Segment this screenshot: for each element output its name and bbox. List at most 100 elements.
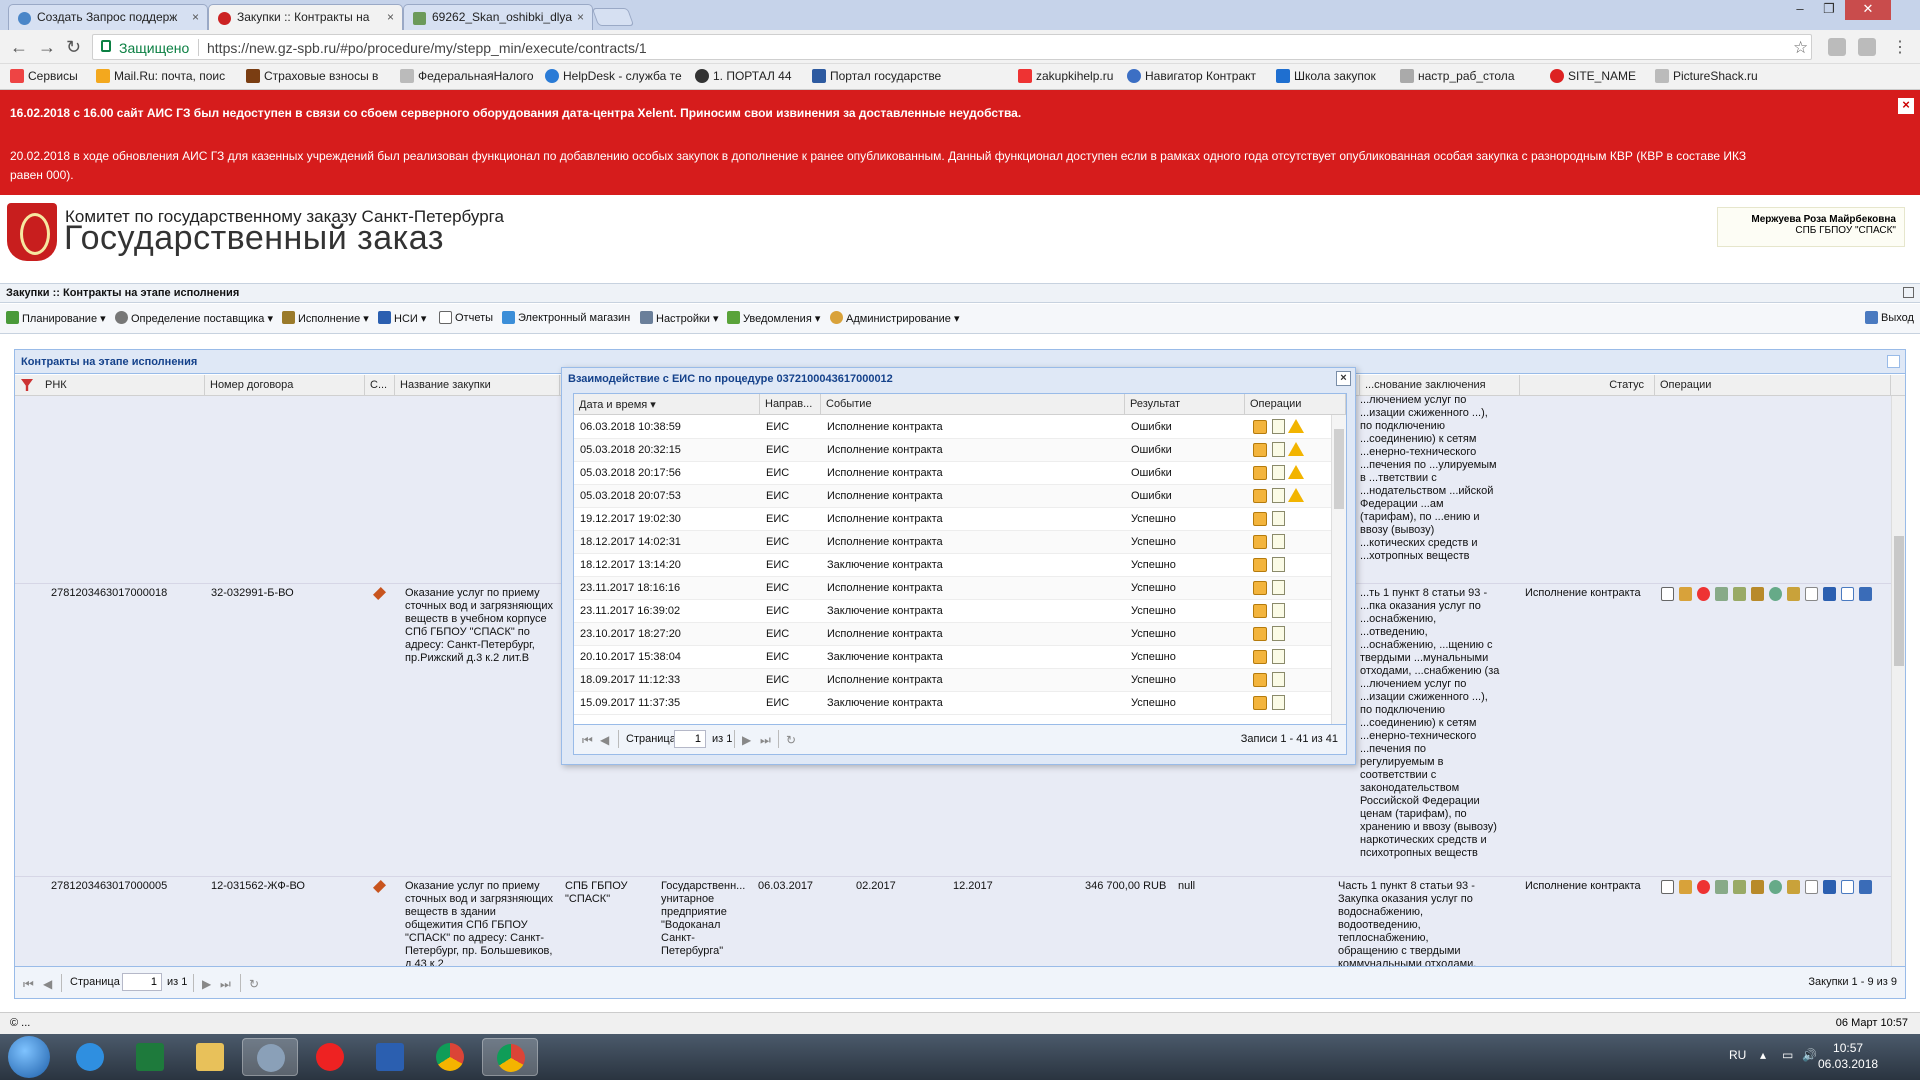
hammer-icon[interactable] <box>373 587 386 600</box>
taskbar-app-ie[interactable] <box>62 1038 118 1076</box>
panel-tool-button[interactable] <box>1887 355 1900 368</box>
first-page-icon[interactable]: ⏮ <box>582 733 593 748</box>
address-bar[interactable]: Защищено https://new.gz-spb.ru/#po/proce… <box>92 34 1812 60</box>
chart-icon[interactable] <box>1823 587 1836 601</box>
language-indicator[interactable]: RU <box>1729 1048 1746 1062</box>
taskbar-app-word[interactable] <box>362 1038 418 1076</box>
menu-item-notifications[interactable]: Уведомления ▾ <box>727 311 820 325</box>
scroll-thumb[interactable] <box>1334 429 1344 509</box>
document-icon[interactable] <box>1272 557 1285 572</box>
table-row[interactable]: 05.03.2018 20:32:15 ЕИС Исполнение контрак… <box>574 439 1331 462</box>
document-icon[interactable] <box>1272 465 1285 480</box>
exit-button[interactable]: Выход <box>1865 311 1914 324</box>
menu-item-eshop[interactable]: Электронный магазин <box>502 311 630 324</box>
bookmark-item[interactable]: PictureShack.ru <box>1655 69 1758 83</box>
bookmark-item[interactable]: SITE_NAME <box>1550 69 1636 83</box>
refresh-icon[interactable]: ↻ <box>249 977 259 991</box>
table-row[interactable]: 05.03.2018 20:07:53 ЕИС Исполнение контрак… <box>574 485 1331 508</box>
document-icon[interactable] <box>1661 587 1674 601</box>
document-icon[interactable] <box>1272 442 1285 457</box>
package-icon[interactable] <box>1787 880 1800 894</box>
table-row[interactable]: 23.11.2017 16:39:02 ЕИС Заключение контрак… <box>574 600 1331 623</box>
gear-icon[interactable] <box>1769 587 1782 601</box>
table-row[interactable]: 05.03.2018 20:17:56 ЕИС Исполнение контрак… <box>574 462 1331 485</box>
bookmark-item[interactable]: Портал государстве <box>812 69 941 83</box>
page-input[interactable]: 1 <box>674 730 706 748</box>
column-name[interactable]: Название закупки <box>395 375 560 396</box>
package-icon[interactable] <box>1253 581 1267 595</box>
warning-icon[interactable] <box>1288 419 1304 433</box>
menu-item-nsi[interactable]: НСИ ▾ <box>378 311 426 325</box>
table-row[interactable]: 19.12.2017 19:02:30 ЕИС Исполнение контрак… <box>574 508 1331 531</box>
prev-page-icon[interactable]: ◀ <box>600 733 609 747</box>
column-contract-no[interactable]: Номер договора <box>205 375 365 396</box>
package-icon[interactable] <box>1253 443 1267 457</box>
column-direction[interactable]: Направ... <box>760 394 821 415</box>
bookmark-item[interactable]: 1. ПОРТАЛ 44 <box>695 69 792 83</box>
first-page-icon[interactable]: ⏮ <box>23 977 34 992</box>
document-icon[interactable] <box>1272 695 1285 710</box>
close-icon[interactable]: × <box>577 10 584 24</box>
bookmark-item[interactable]: Сервисы <box>10 69 78 83</box>
package-icon[interactable] <box>1787 587 1800 601</box>
document-icon[interactable] <box>1272 672 1285 687</box>
column-result[interactable]: Результат <box>1125 394 1245 415</box>
package-icon[interactable] <box>1253 420 1267 434</box>
warning-icon[interactable] <box>1288 442 1304 456</box>
hammer-icon[interactable] <box>373 880 386 893</box>
reload-icon[interactable]: ↻ <box>66 37 81 58</box>
bookmark-item[interactable]: zakupkihelp.ru <box>1018 69 1113 83</box>
package-icon[interactable] <box>1253 627 1267 641</box>
system-clock[interactable]: 10:57 06.03.2018 <box>1818 1040 1878 1072</box>
column-s[interactable]: С... <box>365 375 395 396</box>
taskbar-app-explorer[interactable] <box>182 1038 238 1076</box>
menu-item-supplier[interactable]: Определение поставщика ▾ <box>115 311 273 325</box>
edit-icon[interactable] <box>1679 587 1692 601</box>
taskbar-app-excel[interactable] <box>122 1038 178 1076</box>
document-icon[interactable] <box>1272 626 1285 641</box>
maximize-button[interactable]: ❐ <box>1815 0 1843 20</box>
package-icon[interactable] <box>1253 650 1267 664</box>
table-row[interactable]: 23.10.2017 18:27:20 ЕИС Исполнение контрак… <box>574 623 1331 646</box>
new-tab-button[interactable] <box>591 8 635 26</box>
package-icon[interactable] <box>1253 489 1267 503</box>
minimize-button[interactable]: – <box>1786 0 1814 20</box>
close-dialog-button[interactable]: × <box>1336 371 1351 386</box>
package-icon[interactable] <box>1253 558 1267 572</box>
next-page-icon[interactable]: ▶ <box>202 977 211 991</box>
document-icon[interactable] <box>1272 511 1285 526</box>
last-page-icon[interactable]: ⏭ <box>220 977 231 992</box>
column-datetime[interactable]: Дата и время ▾ <box>574 394 760 415</box>
menu-item-execution[interactable]: Исполнение ▾ <box>282 311 369 325</box>
sign-icon[interactable] <box>1733 880 1746 894</box>
document-icon[interactable] <box>1272 580 1285 595</box>
warning-icon[interactable] <box>1288 465 1304 479</box>
bookmark-item[interactable]: Школа закупок <box>1276 69 1376 83</box>
bookmark-item[interactable]: Страховые взносы в <box>246 69 378 83</box>
monitor-icon[interactable] <box>1859 880 1872 894</box>
menu-item-planning[interactable]: Планирование ▾ <box>6 311 106 325</box>
dialog-scrollbar[interactable] <box>1331 415 1346 725</box>
close-icon[interactable]: × <box>387 10 394 24</box>
close-icon[interactable]: × <box>192 10 199 24</box>
prev-page-icon[interactable]: ◀ <box>43 977 52 991</box>
page-icon[interactable] <box>1805 587 1818 601</box>
download-icon[interactable] <box>1715 880 1728 894</box>
taskbar-app-chrome[interactable] <box>422 1038 478 1076</box>
table-row[interactable]: 06.03.2018 10:38:59 ЕИС Исполнение контрак… <box>574 416 1331 439</box>
bookmark-item[interactable]: Mail.Ru: почта, поис <box>96 69 225 83</box>
next-page-icon[interactable]: ▶ <box>742 733 751 747</box>
filter-icon[interactable] <box>21 379 33 391</box>
back-arrow-icon[interactable]: ← <box>10 37 28 58</box>
start-button[interactable] <box>8 1036 50 1078</box>
stop-icon[interactable] <box>1697 587 1710 601</box>
table-row[interactable]: 2781203463017000005 12-031562-ЖФ-ВО Оказ… <box>15 877 1891 966</box>
network-icon[interactable]: ▭ <box>1782 1048 1793 1062</box>
package-icon[interactable] <box>1253 673 1267 687</box>
column-event[interactable]: Событие <box>821 394 1125 415</box>
user-info[interactable]: Мержуева Роза Майрбековна СПБ ГБПОУ "СПА… <box>1717 207 1905 247</box>
taskbar-app-chrome-active[interactable] <box>482 1038 538 1076</box>
package-icon[interactable] <box>1253 535 1267 549</box>
bookmark-item[interactable]: настр_раб_стола <box>1400 69 1515 83</box>
sign-icon[interactable] <box>1733 587 1746 601</box>
